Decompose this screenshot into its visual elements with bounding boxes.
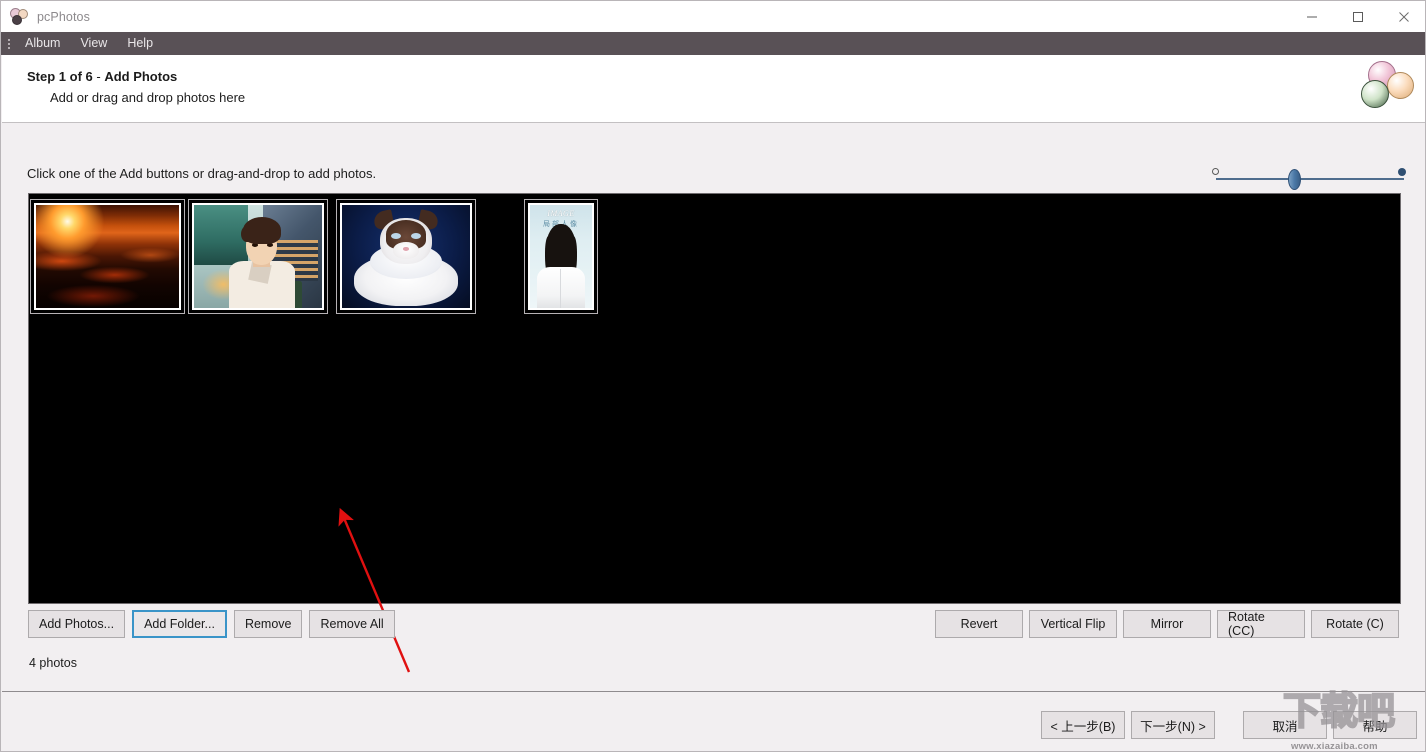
help-button[interactable]: 帮助 [1333, 711, 1417, 739]
photo-count-status: 4 photos [29, 656, 77, 670]
sunset-image [36, 205, 179, 308]
menu-item-album[interactable]: Album [15, 32, 70, 55]
thumbnail-size-slider[interactable] [1212, 164, 1408, 194]
title-bar: pcPhotos [1, 1, 1425, 32]
large-thumbnail-icon [1398, 168, 1406, 176]
portrait-image: IMAGE 局部人像 [530, 205, 592, 308]
anime-image [194, 205, 322, 308]
cancel-button[interactable]: 取消 [1243, 711, 1327, 739]
wizard-footer: < 上一步(B) 下一步(N) > 取消 帮助 [2, 692, 1425, 751]
slider-track [1216, 178, 1404, 180]
photo-thumbnail-anime[interactable] [188, 199, 328, 314]
wizard-header: Step 1 of 6 - Add Photos Add or drag and… [2, 55, 1425, 123]
photo-canvas[interactable]: IMAGE 局部人像 [28, 193, 1401, 673]
step-name: Add Photos [104, 69, 178, 84]
minimize-icon[interactable] [1289, 1, 1335, 32]
small-thumbnail-icon [1212, 168, 1219, 175]
menu-item-help[interactable]: Help [117, 32, 163, 55]
close-icon[interactable] [1381, 1, 1425, 32]
page-subtitle: Add or drag and drop photos here [50, 90, 246, 105]
add-folder-button[interactable]: Add Folder... [132, 610, 227, 638]
pcphotos-logo-icon [1358, 58, 1418, 118]
photo-thumbnail-sunset[interactable] [30, 199, 185, 314]
instruction-text: Click one of the Add buttons or drag-and… [27, 166, 377, 181]
photo-thumbnail-cat[interactable] [336, 199, 476, 314]
drag-grip-icon[interactable] [3, 32, 15, 55]
page-title: Step 1 of 6 - Add Photos [27, 69, 177, 84]
rotate-clockwise-button[interactable]: Rotate (C) [1311, 610, 1399, 638]
photo-actions-toolbar: Add Photos... Add Folder... Remove Remov… [28, 610, 395, 638]
image-edit-toolbar: Revert Vertical Flip Mirror Rotate (CC) … [935, 610, 1399, 638]
window-controls [1289, 1, 1425, 32]
cat-image [342, 205, 470, 308]
step-counter: Step 1 of 6 [27, 69, 93, 84]
portrait-overlay-title: IMAGE [547, 209, 575, 219]
remove-button[interactable]: Remove [233, 610, 303, 638]
photo-thumbnail-portrait[interactable]: IMAGE 局部人像 [524, 199, 598, 314]
wizard-nav-buttons: < 上一步(B) 下一步(N) > 取消 帮助 [1041, 711, 1417, 739]
next-button[interactable]: 下一步(N) > [1131, 711, 1215, 739]
menu-bar: Album View Help [1, 32, 1425, 55]
maximize-icon[interactable] [1335, 1, 1381, 32]
step-separator: - [92, 69, 105, 84]
back-button[interactable]: < 上一步(B) [1041, 711, 1125, 739]
mirror-button[interactable]: Mirror [1123, 610, 1211, 638]
app-logo-icon [10, 7, 30, 27]
vertical-flip-button[interactable]: Vertical Flip [1029, 610, 1117, 638]
revert-button[interactable]: Revert [935, 610, 1023, 638]
rotate-counterclockwise-button[interactable]: Rotate (CC) [1217, 610, 1305, 638]
slider-thumb[interactable] [1288, 169, 1301, 190]
remove-all-button[interactable]: Remove All [309, 610, 395, 638]
window-title: pcPhotos [37, 9, 90, 24]
menu-item-view[interactable]: View [70, 32, 117, 55]
add-photos-button[interactable]: Add Photos... [28, 610, 126, 638]
pcphotos-window: pcPhotos Album View Help Step 1 of 6 - A… [0, 0, 1426, 752]
